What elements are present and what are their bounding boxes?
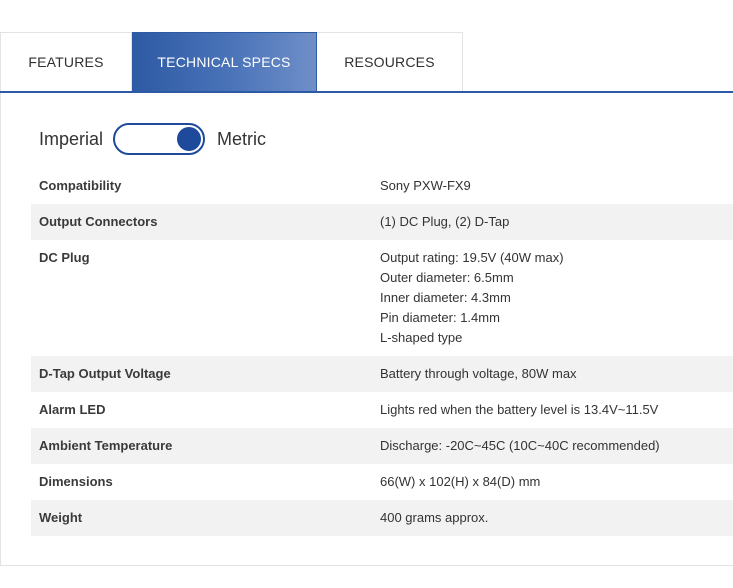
spec-value-line: Discharge: -20C~45C (10C~40C recommended… — [380, 438, 660, 453]
spec-value-line: Output rating: 19.5V (40W max) — [380, 250, 564, 265]
unit-switch[interactable] — [113, 123, 206, 155]
tab-technical-specs[interactable]: TECHNICAL SPECS — [132, 32, 317, 91]
spec-value: 400 grams approx. — [363, 500, 733, 536]
tab-resources[interactable]: RESOURCES — [317, 32, 463, 91]
spec-value: 66(W) x 102(H) x 84(D) mm — [363, 464, 733, 500]
table-row: DC Plug Output rating: 19.5V (40W max) Out… — [31, 240, 733, 356]
spec-value-line: Sony PXW-FX9 — [380, 178, 471, 193]
spec-name: D-Tap Output Voltage — [31, 356, 363, 392]
spec-name: Alarm LED — [39, 402, 106, 417]
spec-name: Output Connectors — [31, 204, 363, 240]
table-row: Compatibility Sony PXW-FX9 — [31, 168, 733, 204]
spec-value-line: Inner diameter: 4.3mm — [380, 290, 511, 305]
spec-name: Compatibility — [39, 178, 122, 193]
spec-value: Discharge: -20C~45C (10C~40C recommended… — [363, 428, 733, 464]
switch-knob — [177, 127, 202, 151]
spec-value-line: Lights red when the battery level is 13.… — [380, 402, 659, 417]
spec-name: Weight — [31, 500, 363, 536]
table-row: Output Connectors (1) DC Plug, (2) D-Tap — [31, 204, 733, 240]
spec-value: Output rating: 19.5V (40W max) Outer diam… — [363, 240, 733, 356]
spec-value-line: 66(W) x 102(H) x 84(D) mm — [380, 474, 541, 489]
spec-name: Ambient Temperature — [31, 428, 363, 464]
metric-label[interactable]: Metric — [217, 129, 266, 150]
unit-toggle: Imperial Metric — [39, 123, 266, 155]
table-row: D-Tap Output Voltage Battery through volt… — [31, 356, 733, 392]
spec-value-line: Battery through voltage, 80W max — [380, 366, 577, 381]
table-row: Weight 400 grams approx. — [31, 500, 733, 536]
table-row: Ambient Temperature Discharge: -20C~45C (… — [31, 428, 733, 464]
spec-value: Battery through voltage, 80W max — [363, 356, 733, 392]
spec-value-line: 400 grams approx. — [380, 510, 489, 525]
spec-value-line: L-shaped type — [380, 330, 463, 345]
spec-value: (1) DC Plug, (2) D-Tap — [363, 204, 733, 240]
tab-features[interactable]: FEATURES — [0, 32, 132, 91]
spec-name: DC Plug — [39, 250, 90, 265]
table-row: Dimensions 66(W) x 102(H) x 84(D) mm — [31, 464, 733, 500]
spec-value-line: (1) DC Plug, (2) D-Tap — [380, 214, 510, 229]
spec-name: Dimensions — [39, 474, 113, 489]
spec-tabs: FEATURES TECHNICAL SPECS RESOURCES — [0, 32, 463, 92]
table-row: Alarm LED Lights red when the battery lev… — [31, 392, 733, 428]
imperial-label[interactable]: Imperial — [39, 129, 103, 150]
spec-value-line: Outer diameter: 6.5mm — [380, 270, 514, 285]
specs-table: Compatibility Sony PXW-FX9 Output Connecto… — [31, 168, 733, 536]
spec-value-line: Pin diameter: 1.4mm — [380, 310, 500, 325]
spec-value: Lights red when the battery level is 13.… — [363, 392, 733, 428]
spec-value: Sony PXW-FX9 — [363, 168, 733, 204]
